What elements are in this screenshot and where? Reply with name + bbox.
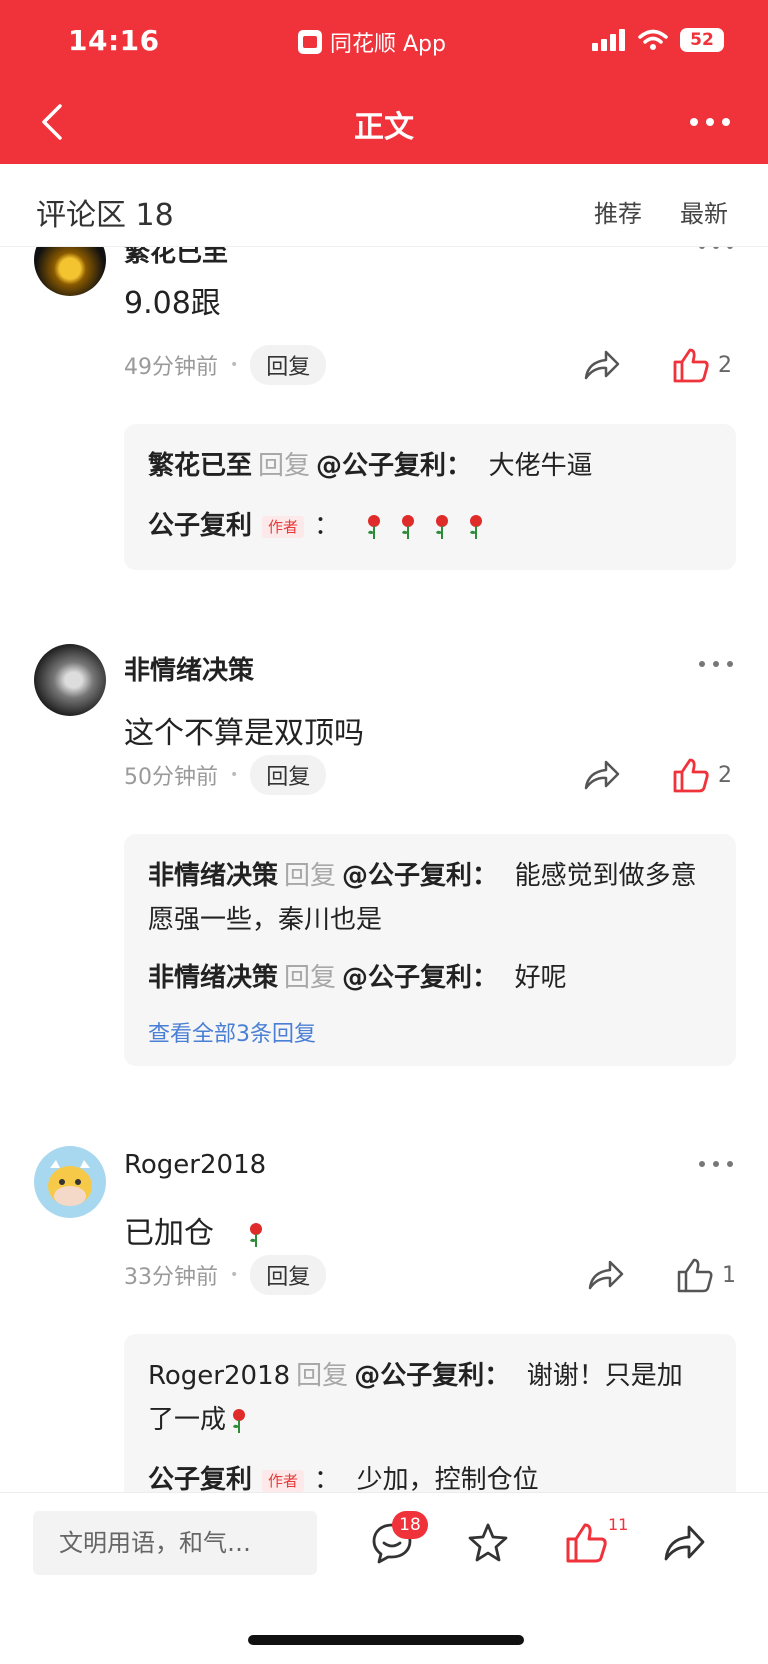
reply-button[interactable]: 回复 xyxy=(250,345,327,385)
reply-verb: 回复 xyxy=(258,451,311,481)
separator-dot: • xyxy=(230,1267,239,1283)
more-options-icon[interactable] xyxy=(688,104,732,140)
comments-section-header: 评论区 18 推荐 最新 xyxy=(0,164,768,247)
reply-mention: @公子复利： xyxy=(342,963,499,993)
like-count: 2 xyxy=(718,762,732,788)
reply-text: 好呢 xyxy=(514,963,567,993)
comment-text-content: 已加仓 xyxy=(124,1216,214,1251)
status-time: 14:16 xyxy=(68,24,160,57)
comment-more-icon[interactable] xyxy=(696,246,736,258)
like-button[interactable]: 1 xyxy=(676,1256,736,1294)
like-button[interactable]: 2 xyxy=(672,346,732,384)
reply-thread: 繁花已至回复@公子复利： 大佬牛逼 公子复利作者： 🌹🌹🌹🌹 xyxy=(124,424,736,570)
thumbs-up-icon xyxy=(677,1258,713,1293)
comment-count-badge: 18 xyxy=(392,1511,428,1539)
like-count-badge: 11 xyxy=(608,1515,629,1534)
reply-mention: @公子复利： xyxy=(316,451,473,481)
share-icon[interactable] xyxy=(586,1256,626,1294)
avatar[interactable] xyxy=(34,644,106,716)
comment-text: 9.08跟 xyxy=(124,286,221,321)
top-header: 14:16 同花顺 App 52 正文 xyxy=(0,0,768,164)
rose-icon xyxy=(367,514,380,539)
reply-author: 公子复利 xyxy=(148,511,253,541)
home-indicator[interactable] xyxy=(248,1635,524,1645)
comment-input[interactable]: 文明用语，和气… xyxy=(33,1511,317,1575)
reply-verb: 回复 xyxy=(284,963,337,993)
rose-icon xyxy=(469,514,482,539)
star-icon[interactable] xyxy=(466,1521,510,1565)
separator-dot: • xyxy=(230,357,239,373)
rose-icon xyxy=(250,1222,263,1247)
page-title: 正文 xyxy=(354,110,414,145)
thumbs-up-red-icon xyxy=(673,348,709,383)
thumbs-up-red-icon[interactable] xyxy=(564,1521,608,1565)
like-count: 2 xyxy=(718,352,732,378)
reply-text: 大佬牛逼 xyxy=(488,451,593,481)
reply-button[interactable]: 回复 xyxy=(250,755,327,795)
reply-mention: @公子复利： xyxy=(354,1361,511,1391)
battery-icon: 52 xyxy=(680,28,724,52)
comments-count-title: 评论区 18 xyxy=(36,198,174,233)
comment-meta: 33分钟前 • 回复 xyxy=(124,1255,327,1295)
comments-list[interactable]: 繁花已至 9.08跟 49分钟前 • 回复 2 繁花已至 回复 @公子复利： 大佬牛… xyxy=(0,246,768,1492)
status-indicators: 52 xyxy=(592,28,724,52)
author-badge: 作者 xyxy=(262,1469,305,1492)
reply-author: 繁花已至 xyxy=(148,451,253,481)
comment-username[interactable]: 非情绪决策 xyxy=(124,650,254,687)
comment-username[interactable]: 繁花已至 xyxy=(124,246,228,269)
view-all-replies-link[interactable]: 查看全部3条回复 xyxy=(148,1016,316,1048)
share-icon[interactable] xyxy=(662,1521,706,1565)
cow-avatar-icon xyxy=(48,1160,92,1206)
author-badge: 作者 xyxy=(262,515,305,538)
reply-item[interactable]: 非情绪决策 回复 @公子复利： 能感觉到做多意愿强一些，秦川也是 xyxy=(148,854,708,942)
like-count: 1 xyxy=(722,1262,736,1288)
signal-icon xyxy=(592,29,625,51)
comment-text: 这个不算是双顶吗 xyxy=(124,716,364,751)
reply-verb: 回复 xyxy=(296,1361,349,1391)
share-icon[interactable] xyxy=(582,756,622,794)
sort-recommend-tab[interactable]: 推荐 xyxy=(594,194,642,229)
reply-thread: 非情绪决策 回复 @公子复利： 能感觉到做多意愿强一些，秦川也是 非情绪决策 回复 @公… xyxy=(124,834,736,1066)
comment-time: 49分钟前 xyxy=(124,355,218,380)
reply-item[interactable]: 非情绪决策 回复 @公子复利： 好呢 xyxy=(148,956,708,1000)
reply-text: ： xyxy=(314,1465,341,1492)
rose-icon xyxy=(401,514,414,539)
reply-mention: @公子复利： xyxy=(342,861,499,891)
comment-meta: 50分钟前 • 回复 xyxy=(124,755,327,795)
separator-dot: • xyxy=(230,767,239,783)
reply-text-continued: 少加，控制仓位 xyxy=(356,1465,539,1492)
status-app-text: 同花顺 App xyxy=(330,32,446,57)
comment-username[interactable]: Roger2018 xyxy=(124,1150,266,1180)
comment-text: 已加仓 🌹 xyxy=(124,1208,273,1252)
app-logo-icon xyxy=(298,30,322,54)
rose-icon xyxy=(435,514,448,539)
reply-item[interactable]: Roger2018回复@公子复利： 谢谢！只是加了一成🌹 xyxy=(148,1354,708,1450)
reply-author: Roger2018 xyxy=(148,1361,291,1391)
comment-more-icon[interactable] xyxy=(696,1152,736,1176)
like-button[interactable]: 2 xyxy=(672,756,732,794)
comment-meta: 49分钟前 • 回复 xyxy=(124,345,327,385)
wifi-icon xyxy=(638,29,668,50)
sort-latest-tab[interactable]: 最新 xyxy=(680,194,728,229)
comment-time: 33分钟前 xyxy=(124,1265,218,1290)
reply-item[interactable]: 繁花已至 回复 @公子复利： 大佬牛逼 xyxy=(148,444,708,488)
reply-button[interactable]: 回复 xyxy=(250,1255,327,1295)
reply-text: ： xyxy=(314,511,341,541)
reply-thread: Roger2018回复@公子复利： 谢谢！只是加了一成🌹 公子复利作者 ： 少加，… xyxy=(124,1334,736,1492)
reply-author: 非情绪决策 xyxy=(148,963,279,993)
status-app-label[interactable]: 同花顺 App xyxy=(298,26,446,58)
reply-item[interactable]: 公子复利 作者 ： 少加，控制仓位 xyxy=(148,1458,708,1492)
reply-author: 公子复利 xyxy=(148,1465,253,1492)
thumbs-up-red-icon xyxy=(673,758,709,793)
share-icon[interactable] xyxy=(582,346,622,384)
rose-icon xyxy=(233,1408,246,1433)
comment-more-icon[interactable] xyxy=(696,652,736,676)
avatar[interactable] xyxy=(34,246,106,296)
reply-item[interactable]: 公子复利作者： 🌹🌹🌹🌹 xyxy=(148,504,708,556)
comment-time: 50分钟前 xyxy=(124,765,218,790)
reply-author: 非情绪决策 xyxy=(148,861,279,891)
avatar[interactable] xyxy=(34,1146,106,1218)
reply-verb: 回复 xyxy=(284,861,337,891)
